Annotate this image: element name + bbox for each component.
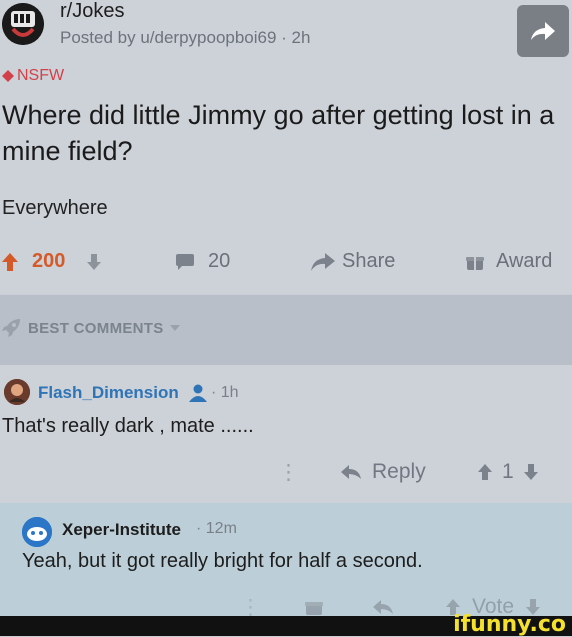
comment-time: · 12m: [196, 520, 237, 537]
upvote-icon[interactable]: [2, 252, 18, 271]
share-label: Share: [342, 250, 396, 272]
downvote-icon[interactable]: [523, 464, 538, 480]
reply-arrow-icon: [341, 465, 361, 479]
reply-label: Reply: [372, 460, 426, 483]
award-label: Award: [496, 250, 553, 272]
subreddit-avatar[interactable]: [2, 3, 44, 45]
comment-actions: ⋮ Reply 1: [0, 460, 572, 490]
comment-count: 20: [208, 250, 231, 272]
comment-score: 1: [502, 460, 514, 483]
user-person-icon: [189, 384, 207, 402]
more-options-icon[interactable]: ⋮: [278, 460, 299, 485]
commenter-avatar[interactable]: [22, 517, 52, 547]
nsfw-tag: NSFW: [2, 67, 64, 85]
comments-button[interactable]: 20: [176, 250, 230, 273]
post-card: r/Jokes Posted by u/derpypoopboi69 · 2h …: [0, 0, 572, 294]
jokes-logo-icon: [2, 3, 44, 45]
comment-text: That's really dark , mate ......: [2, 415, 254, 437]
chevron-down-icon: [169, 325, 180, 331]
nsfw-diamond-icon: [2, 70, 14, 82]
share-icon: [311, 252, 335, 271]
posted-by: Posted by u/derpypoopboi69 · 2h: [60, 28, 311, 47]
nsfw-label: NSFW: [17, 67, 65, 84]
post-title[interactable]: Where did little Jimmy go after getting …: [2, 97, 567, 169]
upvote-icon[interactable]: [478, 464, 492, 480]
ifunny-watermark: ifunny.co: [453, 612, 566, 637]
avatar-icon: [4, 379, 30, 405]
commenter-avatar[interactable]: [4, 379, 30, 405]
comment-sort-dropdown[interactable]: BEST COMMENTS: [0, 317, 180, 339]
share-arrow-icon: [531, 22, 555, 40]
share-button-top[interactable]: [517, 5, 569, 57]
vote-group: 200: [2, 250, 102, 273]
comment-bubble-icon: [176, 253, 194, 270]
post-score: 200: [32, 250, 66, 272]
downvote-icon[interactable]: [87, 253, 102, 270]
reply-arrow-icon[interactable]: [372, 599, 394, 615]
comment-username[interactable]: Xeper-Institute: [62, 520, 181, 540]
comment-time: · 1h: [211, 384, 239, 401]
comment-sort-label: BEST COMMENTS: [28, 319, 164, 337]
watermark-bar: ifunny.co: [0, 612, 572, 637]
comment-text: Yeah, but it got really bright for half …: [22, 550, 423, 572]
snoo-avatar-icon: [22, 517, 52, 547]
comment-vote-group: 1: [478, 460, 538, 484]
rocket-icon: [2, 319, 20, 337]
award-button[interactable]: Award: [466, 250, 552, 273]
award-gift-icon[interactable]: [305, 599, 323, 615]
post-body: Everywhere: [2, 197, 108, 219]
share-button[interactable]: Share: [310, 250, 395, 273]
subreddit-name[interactable]: r/Jokes: [60, 0, 124, 23]
comment-username[interactable]: Flash_Dimension: [38, 383, 179, 403]
reply-button[interactable]: Reply: [340, 460, 426, 484]
comment-sort-bar: BEST COMMENTS: [0, 295, 572, 365]
reply-comment: Xeper-Institute · 12m Yeah, but it got r…: [0, 503, 572, 619]
post-actions: 200 20 Share Award: [0, 250, 572, 284]
comment: Flash_Dimension · 1h That's really dark …: [0, 365, 572, 503]
award-gift-icon: [466, 256, 484, 270]
